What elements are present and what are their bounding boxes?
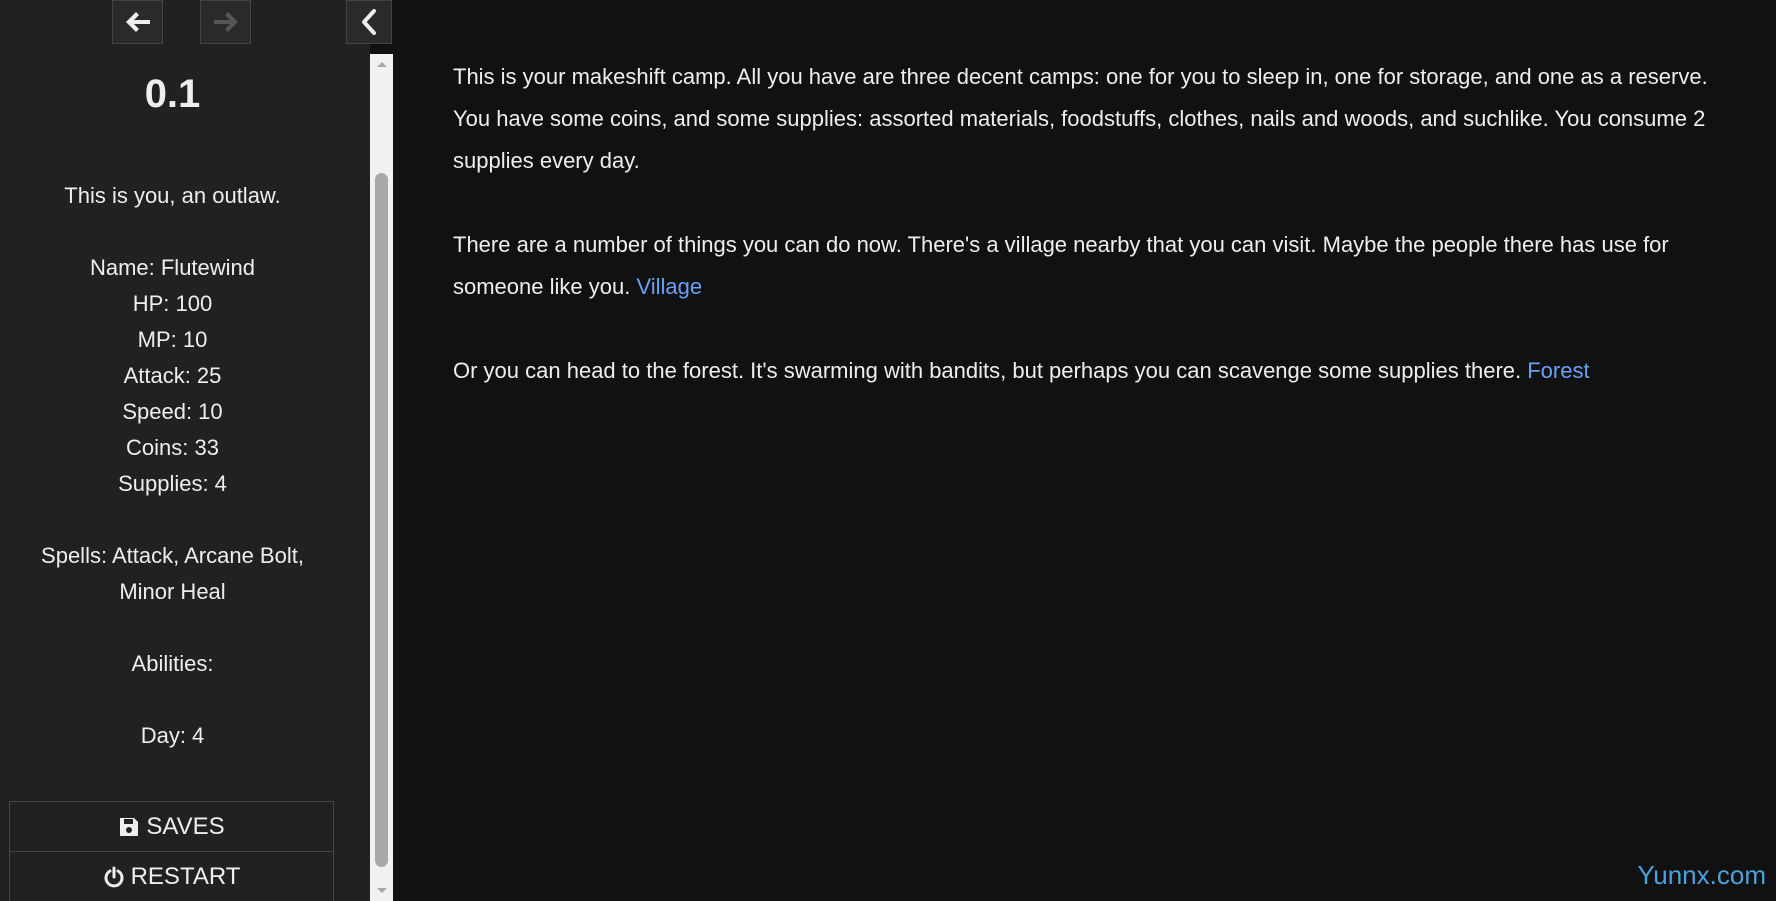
- spells-list: Spells: Attack, Arcane Bolt, Minor Heal: [41, 543, 304, 604]
- passage-text: This is your makeshift camp. All you hav…: [453, 64, 1708, 173]
- scroll-up-icon[interactable]: [370, 54, 393, 74]
- restart-button[interactable]: RESTART: [10, 852, 333, 901]
- passage-paragraph: This is your makeshift camp. All you hav…: [453, 56, 1743, 182]
- stat-speed: Speed: 10: [122, 399, 223, 424]
- sidebar-menu: SAVES RESTART: [9, 801, 334, 901]
- history-forward-button[interactable]: [200, 0, 251, 44]
- stat-hp: HP: 100: [132, 291, 213, 316]
- village-link[interactable]: Village: [636, 274, 702, 299]
- day-counter: Day: 4: [140, 723, 205, 748]
- forest-link[interactable]: Forest: [1527, 358, 1589, 383]
- floppy-disk-icon: [120, 817, 139, 836]
- passage-text: Or you can head to the forest. It's swar…: [453, 358, 1528, 383]
- stat-supplies: Supplies: 4: [118, 471, 227, 496]
- arrow-right-icon: [213, 12, 238, 32]
- character-description: This is you, an outlaw.: [64, 183, 281, 208]
- story-version: 0.1: [144, 72, 201, 116]
- sidebar: 0.1 This is you, an outlaw. Name: Flutew…: [0, 0, 370, 901]
- passage-paragraph: There are a number of things you can do …: [453, 224, 1743, 308]
- passage-paragraph: Or you can head to the forest. It's swar…: [453, 350, 1743, 392]
- arrow-left-icon: [125, 12, 150, 32]
- saves-button[interactable]: SAVES: [10, 802, 333, 852]
- stat-attack: Attack: 25: [123, 363, 222, 388]
- sidebar-toggle-button[interactable]: [346, 0, 392, 44]
- stat-mp: MP: 10: [137, 327, 208, 352]
- restart-label: RESTART: [130, 863, 241, 890]
- power-icon: [104, 866, 124, 888]
- watermark: Yunnx.com: [1637, 860, 1766, 890]
- character-stats: This is you, an outlaw. Name: Flutewind …: [0, 178, 345, 754]
- saves-label: SAVES: [146, 812, 225, 840]
- abilities-list: Abilities:: [131, 651, 214, 676]
- stat-coins: Coins: 33: [126, 435, 219, 460]
- sidebar-scrollbar[interactable]: [370, 54, 393, 901]
- passage: This is your makeshift camp. All you hav…: [453, 56, 1743, 434]
- story-caption-area: 0.1 This is you, an outlaw. Name: Flutew…: [0, 54, 370, 901]
- stat-name: Name: Flutewind: [89, 255, 256, 280]
- scrollbar-thumb[interactable]: [375, 173, 388, 867]
- history-back-button[interactable]: [112, 0, 163, 44]
- chevron-left-icon: [362, 9, 376, 35]
- scroll-down-icon[interactable]: [370, 881, 393, 901]
